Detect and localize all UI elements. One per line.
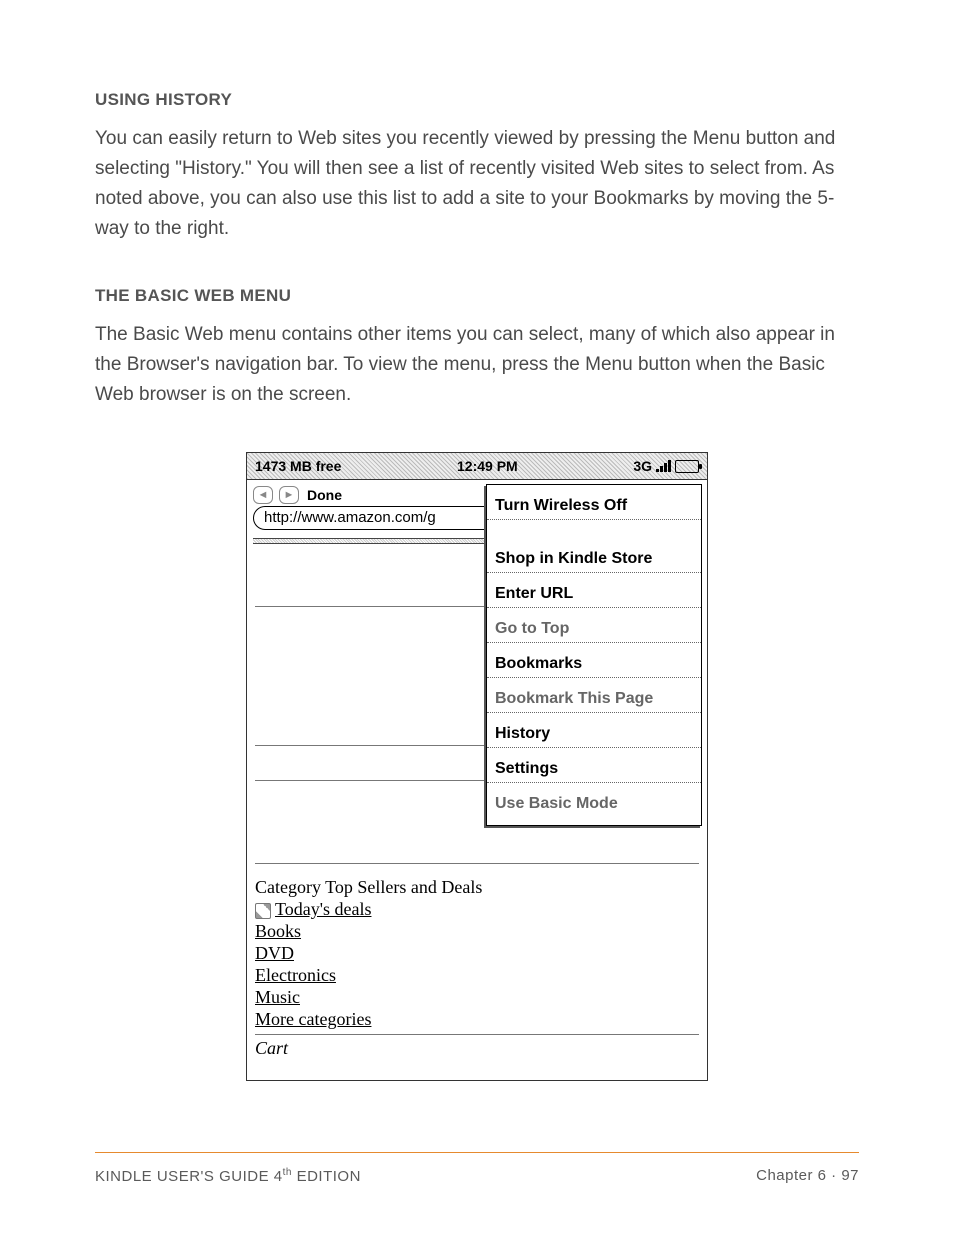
footer-left-a: KINDLE USER'S GUIDE 4 — [95, 1168, 283, 1185]
menu-go-to-top[interactable]: Go to Top — [487, 608, 701, 643]
cat-link-books[interactable]: Books — [255, 920, 301, 942]
cat-link-dvd[interactable]: DVD — [255, 942, 294, 964]
cart-label: Cart — [255, 1038, 288, 1058]
footer-left: KINDLE USER'S GUIDE 4th EDITION — [95, 1167, 361, 1185]
menu-enter-url[interactable]: Enter URL — [487, 573, 701, 608]
status-free-space: 1473 MB free — [255, 458, 341, 474]
signal-icon — [656, 460, 671, 472]
body-basic-web-menu: The Basic Web menu contains other items … — [95, 320, 859, 410]
section-basic-web-menu: THE BASIC WEB MENU The Basic Web menu co… — [95, 286, 859, 410]
menu-turn-wireless-off[interactable]: Turn Wireless Off — [487, 485, 701, 520]
footer-right: Chapter 6 · 97 — [756, 1167, 859, 1185]
done-button[interactable]: Done — [307, 487, 342, 503]
heading-basic-web-menu: THE BASIC WEB MENU — [95, 286, 859, 306]
menu-shop-kindle-store[interactable]: Shop in Kindle Store — [487, 538, 701, 573]
status-right: 3G — [633, 458, 699, 474]
page-footer: KINDLE USER'S GUIDE 4th EDITION Chapter … — [95, 1167, 859, 1185]
cat-link-more[interactable]: More categories — [255, 1008, 371, 1030]
category-title: Category Top Sellers and Deals — [255, 876, 699, 898]
menu-bookmark-this-page[interactable]: Bookmark This Page — [487, 678, 701, 713]
menu-bookmarks[interactable]: Bookmarks — [487, 643, 701, 678]
body-using-history: You can easily return to Web sites you r… — [95, 124, 859, 244]
network-label: 3G — [633, 458, 652, 474]
cat-link-music[interactable]: Music — [255, 986, 300, 1008]
kindle-screenshot: 1473 MB free 12:49 PM 3G ◄ ► Done Advanc… — [246, 452, 708, 1081]
menu-history[interactable]: History — [487, 713, 701, 748]
heading-using-history: USING HISTORY — [95, 90, 859, 110]
menu-settings[interactable]: Settings — [487, 748, 701, 783]
section-using-history: USING HISTORY You can easily return to W… — [95, 90, 859, 244]
forward-button[interactable]: ► — [279, 486, 299, 504]
category-block: Category Top Sellers and Deals Today's d… — [247, 870, 707, 1059]
manual-page: USING HISTORY You can easily return to W… — [0, 0, 954, 1235]
back-button[interactable]: ◄ — [253, 486, 273, 504]
basic-web-menu: Turn Wireless Off Shop in Kindle Store E… — [486, 484, 702, 826]
battery-icon — [675, 460, 699, 473]
footer-left-sup: th — [283, 1167, 292, 1178]
status-bar: 1473 MB free 12:49 PM 3G — [247, 452, 707, 480]
cat-link-todays-deals[interactable]: Today's deals — [275, 898, 371, 920]
footer-left-b: EDITION — [292, 1168, 361, 1185]
menu-use-basic-mode[interactable]: Use Basic Mode — [487, 783, 701, 825]
status-time: 12:49 PM — [341, 458, 633, 474]
footer-rule — [95, 1152, 859, 1153]
cat-link-electronics[interactable]: Electronics — [255, 964, 336, 986]
deals-icon — [255, 903, 271, 919]
